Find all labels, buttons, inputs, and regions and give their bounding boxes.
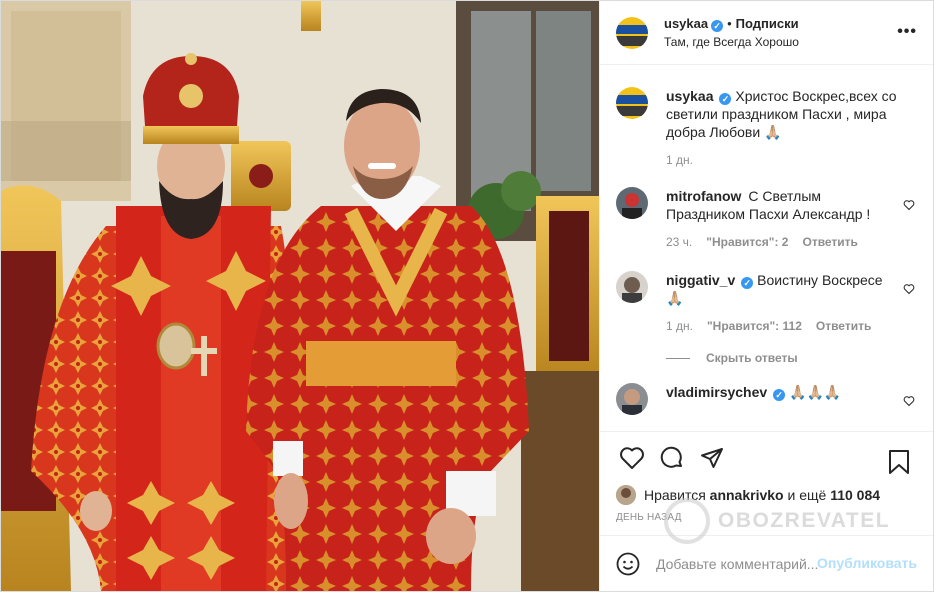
comment-input[interactable] <box>656 555 826 572</box>
comment-body: mitrofanow С Светлым Праздником Пасхи Ал… <box>666 187 898 249</box>
comment-time[interactable]: 23 ч. <box>666 235 692 249</box>
verified-badge-icon: ✓ <box>773 389 786 401</box>
verified-badge-icon: ✓ <box>711 19 724 32</box>
commenter-avatar[interactable] <box>616 187 648 219</box>
publish-button[interactable]: Опубликовать <box>817 555 917 571</box>
comment-icon <box>660 446 682 468</box>
comment-likes[interactable]: "Нравится": 2 <box>706 235 788 249</box>
action-bar <box>600 432 933 484</box>
post-side-panel: usykaa ✓ • Подписки Там, где Всегда Хорошо … <box>599 1 933 591</box>
comment-button[interactable] <box>652 438 692 478</box>
share-button[interactable] <box>692 438 732 478</box>
comment-body: vladimirsychev ✓ 🙏🏼🙏🏼🙏🏼 <box>666 383 898 415</box>
post-date[interactable]: День назад <box>600 506 933 523</box>
usyk-logo-icon <box>616 16 648 49</box>
post-location[interactable]: Там, где Всегда Хорошо <box>664 33 799 51</box>
likes-summary: Нравится annakrivko и ещё 110 084 <box>600 484 933 506</box>
post-header: usykaa ✓ • Подписки Там, где Всегда Хорошо … <box>600 1 933 65</box>
header-text: usykaa ✓ • Подписки Там, где Всегда Хорошо <box>664 15 799 51</box>
caption-body: usykaa ✓ Христос Воскрес,всех со светили … <box>666 87 898 167</box>
verified-badge-icon: ✓ <box>719 93 732 105</box>
hide-replies-label: Скрыть ответы <box>706 351 798 365</box>
smiley-icon[interactable] <box>616 552 640 576</box>
hide-replies-button[interactable]: Скрыть ответы <box>666 351 917 365</box>
photo-illustration <box>1 1 599 591</box>
paper-plane-icon <box>701 448 723 468</box>
caption-username[interactable]: usykaa <box>666 88 713 104</box>
caption: usykaa ✓ Христос Воскрес,всех со светили … <box>616 87 917 167</box>
replies-line <box>666 357 690 359</box>
comment-likes[interactable]: "Нравится": 112 <box>707 319 802 333</box>
heart-icon[interactable] <box>903 283 915 295</box>
comment-item: mitrofanow С Светлым Праздником Пасхи Ал… <box>616 187 917 249</box>
post-actions: Нравится annakrivko и ещё 110 084 День н… <box>600 431 933 523</box>
avatar-photo <box>616 485 636 505</box>
caption-time[interactable]: 1 дн. <box>666 153 693 167</box>
heart-icon[interactable] <box>903 199 915 211</box>
comment-item: niggativ_v ✓ Воистину Воскресе 🙏🏼 1 дн. "Н… <box>616 271 917 333</box>
commenter-avatar[interactable] <box>616 271 648 303</box>
author-avatar[interactable] <box>616 16 648 49</box>
follow-status-button[interactable]: Подписки <box>736 16 799 31</box>
verified-badge-icon: ✓ <box>741 277 754 289</box>
reply-button[interactable]: Ответить <box>816 319 871 333</box>
likes-count[interactable]: 110 084 <box>830 487 880 503</box>
avatar-photo <box>616 187 648 219</box>
like-button[interactable] <box>612 438 652 478</box>
add-comment-bar: Опубликовать <box>600 535 933 591</box>
avatar-photo <box>616 383 648 415</box>
likes-prefix: Нравится <box>644 487 706 503</box>
save-button[interactable] <box>879 442 919 482</box>
liker-username[interactable]: annakrivko <box>710 487 784 503</box>
avatar-photo <box>616 271 648 303</box>
comments-list[interactable]: usykaa ✓ Христос Воскрес,всех со светили … <box>600 65 933 431</box>
caption-meta: 1 дн. <box>666 153 898 167</box>
comment-username[interactable]: mitrofanow <box>666 188 741 204</box>
heart-icon <box>620 447 644 469</box>
usyk-logo-icon <box>616 87 648 119</box>
comment-meta: 23 ч. "Нравится": 2 Ответить <box>666 235 898 249</box>
more-horizontal-icon[interactable]: ••• <box>897 23 917 41</box>
post-photo[interactable] <box>1 1 599 591</box>
comment-item: vladimirsychev ✓ 🙏🏼🙏🏼🙏🏼 <box>616 383 917 415</box>
likes-suffix: и ещё <box>787 487 827 503</box>
comment-meta: 1 дн. "Нравится": 112 Ответить <box>666 319 898 333</box>
commenter-avatar[interactable] <box>616 383 648 415</box>
comment-text: 🙏🏼🙏🏼🙏🏼 <box>789 384 842 400</box>
liker-avatar[interactable] <box>616 485 636 505</box>
instagram-post: usykaa ✓ • Подписки Там, где Всегда Хорошо … <box>0 0 934 592</box>
heart-icon[interactable] <box>903 395 915 407</box>
comment-username[interactable]: vladimirsychev <box>666 384 767 400</box>
comment-body: niggativ_v ✓ Воистину Воскресе 🙏🏼 1 дн. "Н… <box>666 271 898 333</box>
author-username[interactable]: usykaa <box>664 16 708 31</box>
comment-username[interactable]: niggativ_v <box>666 272 735 288</box>
author-avatar-small[interactable] <box>616 87 648 119</box>
reply-button[interactable]: Ответить <box>802 235 857 249</box>
bookmark-icon <box>889 450 909 474</box>
separator-dot: • <box>727 15 732 31</box>
comment-time[interactable]: 1 дн. <box>666 319 693 333</box>
